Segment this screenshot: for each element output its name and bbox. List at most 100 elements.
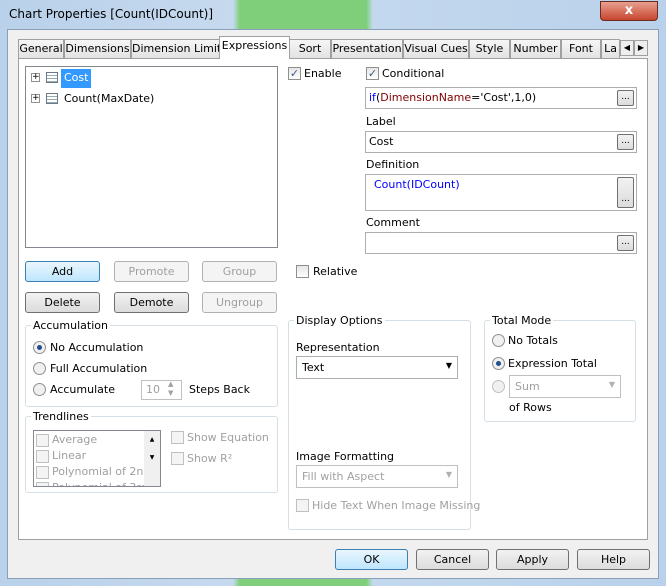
expression-total-radio[interactable] — [492, 357, 505, 370]
comment-edit-button[interactable]: ... — [617, 235, 634, 251]
trendline-item[interactable]: Linear — [36, 449, 86, 463]
tab-visual-cues[interactable]: Visual Cues — [403, 39, 469, 58]
delete-button[interactable]: Delete — [25, 292, 100, 313]
window-title: Chart Properties [Count(IDCount)] — [9, 7, 214, 21]
trendline-label: Linear — [52, 449, 87, 462]
trendlines-list[interactable]: Average Linear Polynomial of 2nd d Polynomi… — [33, 430, 161, 487]
tab-sort[interactable]: Sort — [289, 39, 331, 58]
expression-total-label: Expression Total — [508, 357, 597, 370]
trendline-checkbox[interactable] — [36, 465, 49, 479]
group-button[interactable]: Group — [202, 261, 277, 282]
conditional-checkbox[interactable]: ✓ — [366, 67, 379, 80]
table-icon — [46, 72, 58, 83]
ungroup-button[interactable]: Ungroup — [202, 292, 277, 313]
conditional-input[interactable]: if(DimensionName='Cost',1,0) — [365, 87, 637, 109]
add-button[interactable]: Add — [25, 261, 100, 282]
accumulation-title: Accumulation — [31, 319, 110, 332]
trendline-label: Polynomial of 3rd d — [52, 481, 158, 486]
trendline-checkbox[interactable] — [36, 481, 49, 486]
total-mode-title: Total Mode — [490, 314, 554, 327]
image-formatting-value: Fill with Aspect — [302, 470, 385, 483]
tab-dimensions[interactable]: Dimensions — [64, 39, 131, 58]
representation-value: Text — [302, 361, 325, 374]
no-accumulation-radio[interactable] — [33, 341, 46, 354]
help-button[interactable]: Help — [577, 549, 650, 570]
tab-dimension-limits[interactable]: Dimension Limits — [131, 39, 220, 58]
tab-expressions[interactable]: Expressions — [219, 36, 290, 59]
label-caption: Label — [366, 115, 396, 128]
cond-rest: ='Cost',1,0) — [471, 91, 537, 104]
steps-back-stepper[interactable]: 10 — [141, 380, 182, 400]
accumulate-radio[interactable] — [33, 383, 46, 396]
expand-icon[interactable]: + — [31, 73, 40, 82]
chevron-down-icon: ▼ — [608, 380, 615, 389]
definition-edit-button[interactable]: ... — [617, 177, 634, 208]
enable-checkbox[interactable]: ✓ — [288, 67, 301, 80]
def-arg: (IDCount) — [406, 178, 460, 191]
representation-select[interactable]: Text ▼ — [296, 356, 458, 379]
tab-font[interactable]: Font — [561, 39, 601, 58]
cond-field: DimensionName — [380, 91, 472, 104]
relative-label: Relative — [313, 265, 358, 278]
show-equation-label: Show Equation — [187, 431, 269, 444]
total-mode-group — [484, 320, 636, 422]
relative-checkbox[interactable] — [296, 265, 309, 278]
conditional-label: Conditional — [382, 67, 445, 80]
chevron-down-icon: ▼ — [445, 470, 452, 479]
show-r2-label: Show R² — [187, 452, 233, 465]
display-options-title: Display Options — [294, 314, 385, 327]
tab-presentation[interactable]: Presentation — [331, 39, 403, 58]
definition-input[interactable]: Count(IDCount) — [365, 174, 637, 211]
expression-tree[interactable]: + Cost + Count(MaxDate) — [25, 66, 278, 248]
of-rows-label: of Rows — [509, 401, 552, 414]
enable-label: Enable — [304, 67, 342, 80]
trendline-item[interactable]: Average — [36, 433, 97, 447]
sum-value: Sum — [515, 380, 540, 393]
cancel-button[interactable]: Cancel — [416, 549, 489, 570]
no-totals-radio[interactable] — [492, 334, 505, 347]
tab-general[interactable]: General — [18, 39, 64, 58]
show-equation-checkbox[interactable] — [171, 431, 184, 444]
trendline-checkbox[interactable] — [36, 433, 49, 447]
accumulate-label: Accumulate — [50, 383, 115, 396]
tab-la[interactable]: La — [601, 39, 620, 58]
label-edit-button[interactable]: ... — [617, 134, 634, 150]
close-button[interactable]: x — [600, 1, 658, 21]
conditional-edit-button[interactable]: ... — [617, 90, 634, 106]
apply-button[interactable]: Apply — [496, 549, 569, 570]
expand-icon[interactable]: + — [31, 94, 40, 103]
expression-item-count-maxdate[interactable]: Count(MaxDate) — [64, 92, 154, 105]
comment-caption: Comment — [366, 216, 420, 229]
hide-text-checkbox[interactable] — [296, 499, 309, 512]
steps-back-label: Steps Back — [189, 383, 250, 396]
sum-radio[interactable] — [492, 380, 505, 393]
stepper-arrows-icon[interactable]: ▲ ▼ — [168, 380, 173, 398]
trendline-item[interactable]: Polynomial of 2nd d — [36, 465, 160, 479]
table-icon — [46, 93, 58, 104]
no-totals-label: No Totals — [508, 334, 558, 347]
trendline-item[interactable]: Polynomial of 3rd d — [36, 481, 158, 486]
demote-button[interactable]: Demote — [114, 292, 189, 313]
full-accumulation-radio[interactable] — [33, 362, 46, 375]
promote-button[interactable]: Promote — [114, 261, 189, 282]
tab-number[interactable]: Number — [510, 39, 561, 58]
trendlines-title: Trendlines — [31, 410, 91, 423]
comment-input[interactable] — [365, 232, 637, 254]
tab-style[interactable]: Style — [469, 39, 510, 58]
trendlines-scrollbar[interactable]: ▲ ▼ — [144, 431, 160, 486]
trendline-label: Average — [52, 433, 98, 446]
image-formatting-select[interactable]: Fill with Aspect ▼ — [296, 465, 458, 488]
representation-label: Representation — [296, 341, 380, 354]
expression-item-cost[interactable]: Cost — [61, 69, 92, 88]
cond-func: if — [369, 91, 376, 104]
trendline-checkbox[interactable] — [36, 449, 49, 463]
full-accumulation-label: Full Accumulation — [50, 362, 148, 375]
sum-select[interactable]: Sum ▼ — [509, 375, 621, 398]
def-func: Count — [374, 178, 407, 191]
label-input[interactable]: Cost — [365, 131, 637, 153]
chevron-down-icon: ▼ — [445, 361, 452, 370]
ok-button[interactable]: OK — [335, 549, 408, 570]
tab-scroll-right[interactable]: ▶ — [634, 40, 648, 56]
tab-scroll-left[interactable]: ◀ — [620, 40, 634, 56]
show-r2-checkbox[interactable] — [171, 452, 184, 465]
